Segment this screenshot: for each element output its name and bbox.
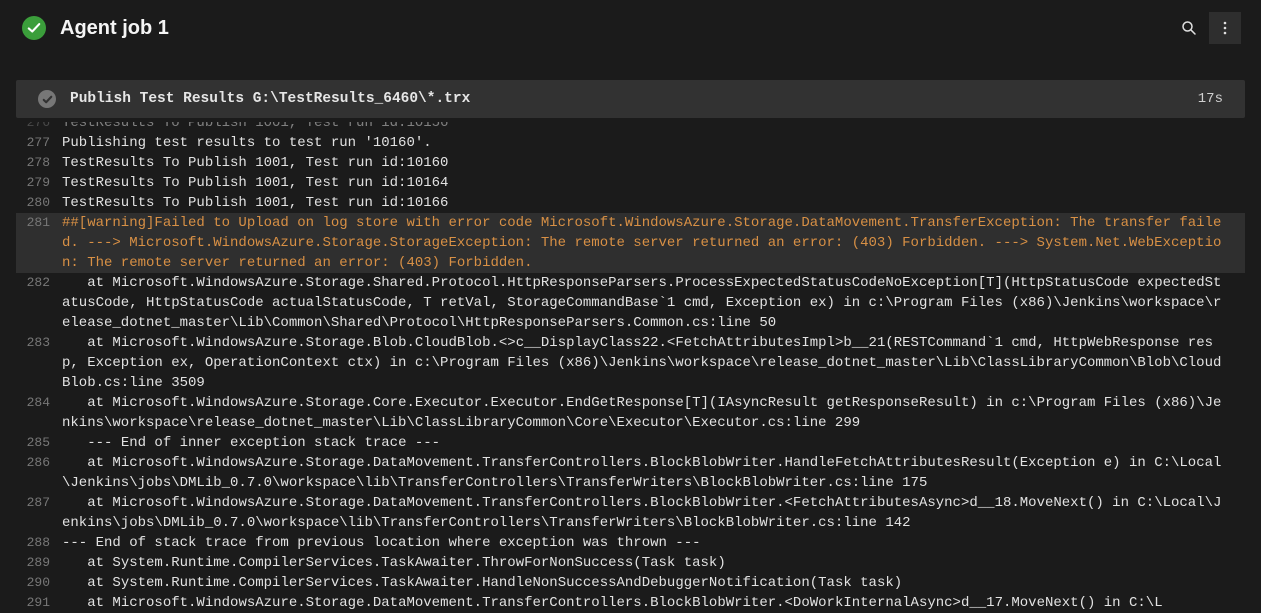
log-line: 284 at Microsoft.WindowsAzure.Storage.Co…: [16, 393, 1245, 433]
log-line: 291 at Microsoft.WindowsAzure.Storage.Da…: [16, 593, 1245, 613]
task-header[interactable]: Publish Test Results G:\TestResults_6460…: [16, 80, 1245, 118]
log-text: --- End of stack trace from previous loc…: [62, 533, 1245, 553]
line-number: 283: [16, 333, 62, 353]
line-number: 284: [16, 393, 62, 413]
log-text: at System.Runtime.CompilerServices.TaskA…: [62, 553, 1245, 573]
log-line: 279TestResults To Publish 1001, Test run…: [16, 173, 1245, 193]
task-status-icon: [38, 90, 56, 108]
log-text: at Microsoft.WindowsAzure.Storage.DataMo…: [62, 453, 1245, 493]
line-number: 285: [16, 433, 62, 453]
log-line: 285 --- End of inner exception stack tra…: [16, 433, 1245, 453]
log-text: at Microsoft.WindowsAzure.Storage.Core.E…: [62, 393, 1245, 433]
log-line: 290 at System.Runtime.CompilerServices.T…: [16, 573, 1245, 593]
log-text: at Microsoft.WindowsAzure.Storage.Blob.C…: [62, 333, 1245, 393]
line-number: 278: [16, 153, 62, 173]
log-text: at Microsoft.WindowsAzure.Storage.DataMo…: [62, 593, 1245, 613]
log-line: 278TestResults To Publish 1001, Test run…: [16, 153, 1245, 173]
task-label: Publish Test Results G:\TestResults_6460…: [70, 91, 1184, 107]
search-icon: [1181, 20, 1197, 36]
log-line: 288--- End of stack trace from previous …: [16, 533, 1245, 553]
log-output[interactable]: 276TestResults To Publish 1001, Test run…: [0, 122, 1261, 613]
log-text: at Microsoft.WindowsAzure.Storage.Shared…: [62, 273, 1245, 333]
log-text: TestResults To Publish 1001, Test run id…: [62, 122, 1245, 133]
line-number: 282: [16, 273, 62, 293]
log-line: 287 at Microsoft.WindowsAzure.Storage.Da…: [16, 493, 1245, 533]
log-line: 286 at Microsoft.WindowsAzure.Storage.Da…: [16, 453, 1245, 493]
line-number: 280: [16, 193, 62, 213]
line-number: 276: [16, 122, 62, 133]
page-title: Agent job 1: [60, 17, 1159, 40]
log-line: 289 at System.Runtime.CompilerServices.T…: [16, 553, 1245, 573]
task-duration: 17s: [1198, 91, 1223, 107]
line-number: 289: [16, 553, 62, 573]
log-text: --- End of inner exception stack trace -…: [62, 433, 1245, 453]
more-options-button[interactable]: [1209, 12, 1241, 44]
search-button[interactable]: [1173, 12, 1205, 44]
line-number: 279: [16, 173, 62, 193]
log-text: Publishing test results to test run '101…: [62, 133, 1245, 153]
log-text: at System.Runtime.CompilerServices.TaskA…: [62, 573, 1245, 593]
log-text: TestResults To Publish 1001, Test run id…: [62, 173, 1245, 193]
log-line: 277Publishing test results to test run '…: [16, 133, 1245, 153]
log-text: at Microsoft.WindowsAzure.Storage.DataMo…: [62, 493, 1245, 533]
line-number: 277: [16, 133, 62, 153]
line-number: 281: [16, 213, 62, 233]
log-text: ##[warning]Failed to Upload on log store…: [62, 213, 1245, 273]
log-line: 281##[warning]Failed to Upload on log st…: [16, 213, 1245, 273]
more-vertical-icon: [1217, 20, 1233, 36]
log-text: TestResults To Publish 1001, Test run id…: [62, 193, 1245, 213]
header-actions: [1173, 12, 1241, 44]
log-line: 282 at Microsoft.WindowsAzure.Storage.Sh…: [16, 273, 1245, 333]
line-number: 286: [16, 453, 62, 473]
log-text: TestResults To Publish 1001, Test run id…: [62, 153, 1245, 173]
line-number: 291: [16, 593, 62, 613]
status-success-icon: [22, 16, 46, 40]
page-header: Agent job 1: [0, 0, 1261, 60]
log-line: 276TestResults To Publish 1001, Test run…: [16, 122, 1245, 133]
log-line: 280TestResults To Publish 1001, Test run…: [16, 193, 1245, 213]
line-number: 290: [16, 573, 62, 593]
line-number: 288: [16, 533, 62, 553]
log-line: 283 at Microsoft.WindowsAzure.Storage.Bl…: [16, 333, 1245, 393]
line-number: 287: [16, 493, 62, 513]
